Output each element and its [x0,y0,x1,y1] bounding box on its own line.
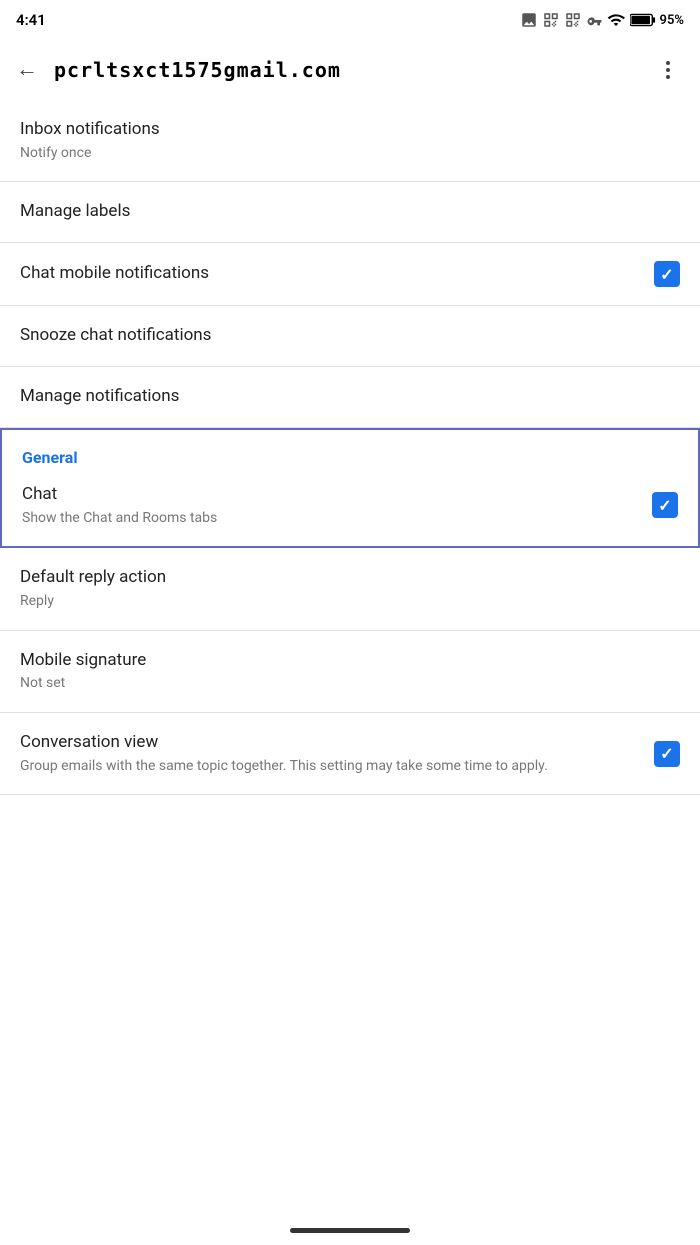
qr2-icon [564,11,582,29]
more-options-button[interactable] [652,54,684,86]
app-bar: ← pcrltsxct1575gmail.com [0,40,700,100]
back-button[interactable]: ← [16,59,38,81]
wifi-icon [606,11,626,29]
default-reply-action-text: Default reply action Reply [20,566,680,611]
chat-general-title: Chat [22,483,636,507]
conversation-view-text: Conversation view Group emails with the … [20,731,638,776]
dot2 [666,68,670,72]
conversation-view-item[interactable]: Conversation view Group emails with the … [0,713,700,795]
home-indicator [290,1228,410,1233]
manage-labels-text: Manage labels [20,200,680,224]
conversation-check-icon: ✓ [660,744,673,763]
default-reply-action-item[interactable]: Default reply action Reply [0,548,700,630]
key-icon [586,11,602,29]
mobile-signature-text: Mobile signature Not set [20,649,680,694]
check-icon: ✓ [660,265,673,284]
general-section: General Chat Show the Chat and Rooms tab… [0,428,700,548]
battery-percent: 95% [660,13,684,28]
status-bar: 4:41 95% [0,0,700,40]
chat-check-icon: ✓ [658,496,671,515]
dot3 [666,75,670,79]
inbox-notifications-title: Inbox notifications [20,118,680,142]
manage-labels-item[interactable]: Manage labels [0,182,700,243]
mobile-signature-title: Mobile signature [20,649,680,673]
app-bar-title: pcrltsxct1575gmail.com [54,58,652,82]
general-label: General [22,448,78,467]
chat-general-checkbox[interactable]: ✓ [652,492,678,518]
chat-mobile-notifications-checkbox[interactable]: ✓ [654,261,680,287]
mobile-signature-subtitle: Not set [20,674,680,694]
chat-general-item[interactable]: Chat Show the Chat and Rooms tabs ✓ [2,475,698,546]
image-icon [520,11,538,29]
chat-general-subtitle: Show the Chat and Rooms tabs [22,509,636,529]
status-time: 4:41 [16,11,46,29]
inbox-notifications-subtitle: Notify once [20,144,680,164]
chat-mobile-notifications-title: Chat mobile notifications [20,262,638,286]
mobile-signature-item[interactable]: Mobile signature Not set [0,631,700,713]
inbox-notifications-text: Inbox notifications Notify once [20,118,680,163]
manage-notifications-text: Manage notifications [20,385,680,409]
nav-spacer [0,795,700,855]
qr-icon [542,11,560,29]
general-header: General [2,430,698,475]
default-reply-action-subtitle: Reply [20,592,680,612]
snooze-chat-notifications-title: Snooze chat notifications [20,324,680,348]
manage-labels-title: Manage labels [20,200,680,224]
snooze-chat-notifications-item[interactable]: Snooze chat notifications [0,306,700,367]
chat-general-text: Chat Show the Chat and Rooms tabs [22,483,636,528]
status-icons: 95% [520,11,684,29]
conversation-view-title: Conversation view [20,731,638,755]
manage-notifications-item[interactable]: Manage notifications [0,367,700,428]
manage-notifications-title: Manage notifications [20,385,680,409]
nav-bar [0,1216,700,1245]
battery-icon [630,12,656,28]
dot1 [666,61,670,65]
snooze-chat-notifications-text: Snooze chat notifications [20,324,680,348]
inbox-notifications-item[interactable]: Inbox notifications Notify once [0,100,700,182]
conversation-view-checkbox[interactable]: ✓ [654,741,680,767]
default-reply-action-title: Default reply action [20,566,680,590]
chat-mobile-notifications-item[interactable]: Chat mobile notifications ✓ [0,243,700,306]
chat-mobile-notifications-text: Chat mobile notifications [20,262,638,286]
conversation-view-subtitle: Group emails with the same topic togethe… [20,757,638,777]
